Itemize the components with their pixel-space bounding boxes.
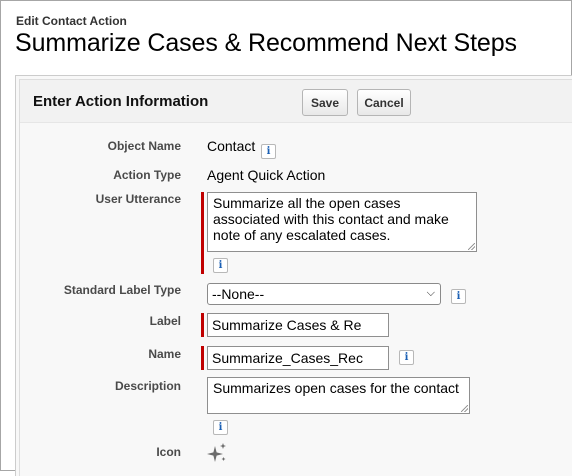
user-utterance-label: User Utterance <box>95 192 181 206</box>
object-name-value: Contact <box>207 138 256 154</box>
icon-label: Icon <box>156 445 181 459</box>
action-type-label: Action Type <box>113 168 181 182</box>
standard-label-type-label: Standard Label Type <box>63 283 181 297</box>
action-information-panel: Enter Action Information Save Cancel <box>15 75 572 476</box>
edit-contact-action-page: Edit Contact Action Summarize Cases & Re… <box>0 0 572 476</box>
label-input[interactable]: Summarize Cases & Re <box>207 313 389 337</box>
description-info-icon[interactable]: i <box>213 420 228 435</box>
required-indicator <box>201 192 204 274</box>
name-field-label: Name <box>148 347 181 361</box>
sparkle-icon[interactable] <box>206 442 228 464</box>
standard-label-type-select[interactable]: --None-- ⌵ <box>207 283 441 305</box>
save-button[interactable]: Save <box>302 89 348 116</box>
resize-handle-icon[interactable] <box>468 243 475 250</box>
panel-header: Enter Action Information Save Cancel <box>20 80 572 123</box>
user-utterance-text: Summarize all the open cases associated … <box>213 195 449 243</box>
description-label: Description <box>114 379 181 393</box>
standard-label-type-info-icon[interactable]: i <box>451 289 466 304</box>
chevron-down-icon: ⌵ <box>426 287 435 299</box>
user-utterance-info-icon[interactable]: i <box>213 258 228 273</box>
required-indicator <box>201 313 204 337</box>
action-type-value: Agent Quick Action <box>207 167 326 183</box>
description-textarea[interactable]: Summarizes open cases for the contact <box>207 377 470 414</box>
required-indicator <box>201 346 204 370</box>
section-title: Enter Action Information <box>33 93 209 110</box>
object-name-info-icon[interactable]: i <box>261 144 276 159</box>
page-title: Summarize Cases & Recommend Next Steps <box>15 29 517 57</box>
standard-label-type-value: --None-- <box>212 286 265 302</box>
user-utterance-textarea[interactable]: Summarize all the open cases associated … <box>207 192 477 252</box>
description-text: Summarizes open cases for the contact <box>213 380 459 396</box>
panel-body: Enter Action Information Save Cancel <box>19 79 572 476</box>
cancel-button[interactable]: Cancel <box>357 89 411 116</box>
label-field-label: Label <box>149 314 181 328</box>
object-name-label: Object Name <box>107 139 181 153</box>
breadcrumb: Edit Contact Action <box>16 14 127 28</box>
name-input[interactable]: Summarize_Cases_Rec <box>207 346 389 370</box>
resize-handle-icon[interactable] <box>461 405 468 412</box>
name-info-icon[interactable]: i <box>399 350 414 365</box>
